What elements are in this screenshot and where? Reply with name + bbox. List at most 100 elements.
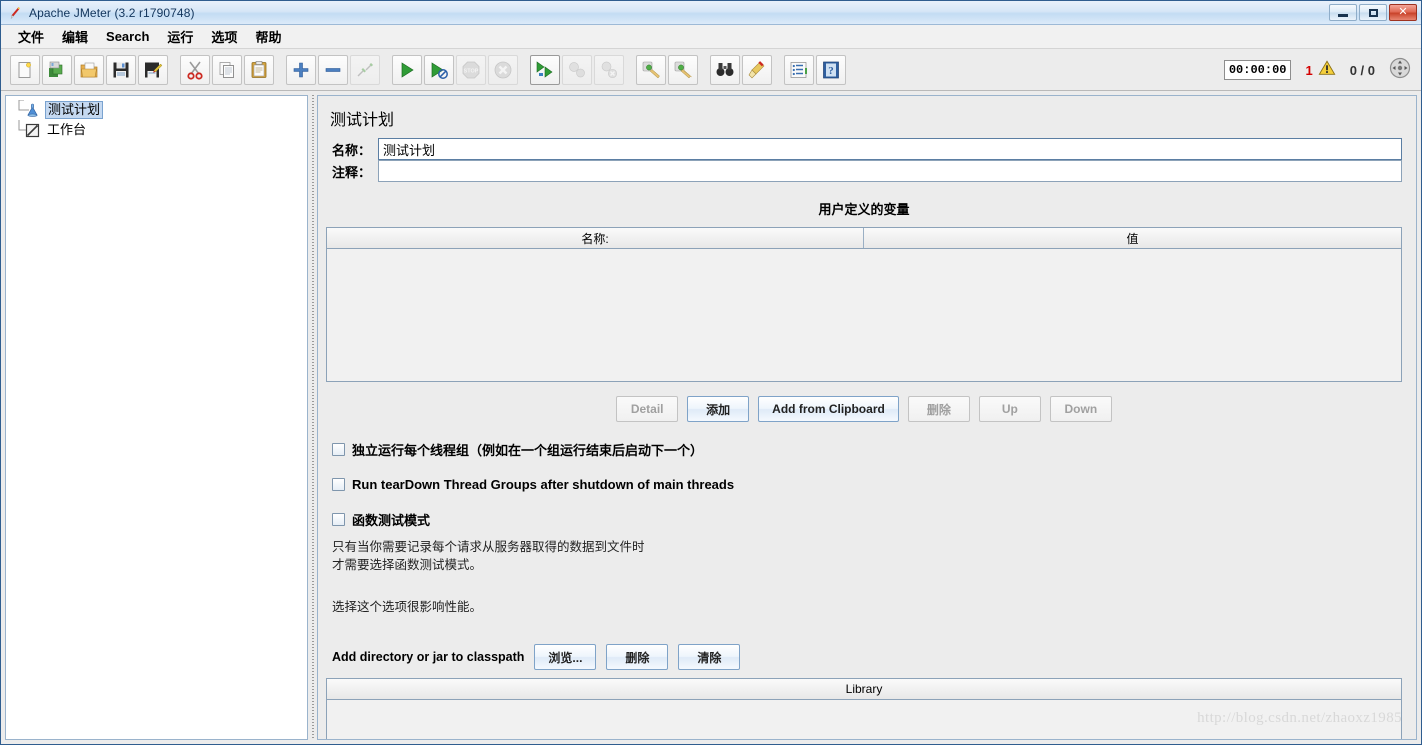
split-divider[interactable]: [308, 95, 317, 740]
functional-mode-help-line1: 只有当你需要记录每个请求从服务器取得的数据到文件时: [332, 540, 645, 554]
svg-text:STOP: STOP: [464, 68, 479, 74]
user-defined-variables-table[interactable]: 名称: 值: [326, 227, 1402, 382]
checkbox-label: 独立运行每个线程组（例如在一个组运行结束后启动下一个）: [352, 443, 704, 458]
library-column-header: Library: [327, 679, 1401, 700]
name-input[interactable]: 测试计划: [378, 138, 1402, 160]
classpath-delete-button[interactable]: 删除: [606, 644, 669, 670]
checkbox-box[interactable]: [332, 478, 345, 491]
page-title: 测试计划: [330, 112, 395, 129]
variables-column-value: 值: [864, 228, 1401, 248]
name-field-row: 名称： 测试计划: [326, 138, 1402, 160]
jmeter-feather-icon: [7, 5, 23, 21]
checkbox-run-teardown[interactable]: Run tearDown Thread Groups after shutdow…: [332, 477, 1402, 492]
menu-run[interactable]: 运行: [158, 25, 202, 48]
tree-node-workbench[interactable]: 工作台: [6, 120, 307, 140]
tree-node-label: 测试计划: [45, 101, 104, 119]
menu-search[interactable]: Search: [97, 27, 158, 46]
help-button[interactable]: ?: [816, 54, 846, 85]
comment-field-row: 注释：: [326, 160, 1402, 182]
toggle-button[interactable]: [350, 54, 380, 85]
start-button[interactable]: [392, 54, 422, 85]
add-from-clipboard-button[interactable]: Add from Clipboard: [758, 396, 899, 422]
test-plan-tree[interactable]: 测试计划 工作台: [5, 95, 308, 740]
test-plan-funnel-icon: [24, 102, 41, 119]
warning-indicator[interactable]: 1: [1305, 59, 1336, 82]
workbench-clipboard-icon: [24, 122, 41, 139]
expand-all-button[interactable]: [286, 54, 316, 85]
menu-help[interactable]: 帮助: [246, 25, 290, 48]
checkbox-box[interactable]: [332, 513, 345, 526]
cut-button[interactable]: [180, 54, 210, 85]
test-plan-editor: 测试计划 名称： 测试计划 注释： 用户定义的变量 名称: 值 Detail 添…: [317, 95, 1417, 740]
menu-options[interactable]: 选项: [202, 25, 246, 48]
classpath-label: Add directory or jar to classpath: [332, 650, 525, 664]
save-as-button[interactable]: [138, 54, 168, 85]
toolbar-status: 00:00:00 1 0 / 0: [1223, 49, 1411, 91]
search-reset-button[interactable]: [742, 54, 772, 85]
menu-bar: 文件 编辑 Search 运行 选项 帮助: [1, 25, 1421, 49]
checkbox-label: 函数测试模式: [352, 513, 431, 528]
classpath-row: Add directory or jar to classpath 浏览... …: [332, 644, 1402, 670]
jmeter-window: Apache JMeter (3.2 r1790748) ✕ 文件 编辑 Sea…: [0, 0, 1422, 745]
maximize-button[interactable]: [1359, 4, 1387, 21]
up-button[interactable]: Up: [978, 396, 1041, 422]
shutdown-button[interactable]: [488, 54, 518, 85]
variables-button-row: Detail 添加 Add from Clipboard 删除 Up Down: [326, 396, 1402, 422]
title-bar: Apache JMeter (3.2 r1790748) ✕: [1, 1, 1421, 25]
function-helper-button[interactable]: [784, 54, 814, 85]
add-button[interactable]: 添加: [687, 396, 750, 422]
functional-mode-help-line3: 选择这个选项很影响性能。: [332, 600, 483, 614]
classpath-clear-button[interactable]: 清除: [678, 644, 741, 670]
minimize-button[interactable]: [1329, 4, 1357, 21]
start-no-pauses-button[interactable]: [424, 54, 454, 85]
user-defined-variables-title: 用户定义的变量: [818, 202, 910, 217]
window-controls: ✕: [1329, 4, 1417, 21]
name-label: 名称：: [331, 142, 371, 158]
svg-text:?: ?: [828, 65, 834, 77]
paste-button[interactable]: [244, 54, 274, 85]
search-button[interactable]: [710, 54, 740, 85]
delete-button[interactable]: 删除: [907, 396, 970, 422]
menu-file[interactable]: 文件: [9, 25, 53, 48]
variables-table-body[interactable]: [327, 249, 1401, 381]
warning-count: 1: [1305, 62, 1313, 78]
remote-stop-all-button[interactable]: [562, 54, 592, 85]
copy-button[interactable]: [212, 54, 242, 85]
browse-button[interactable]: 浏览...: [534, 644, 597, 670]
save-button[interactable]: [106, 54, 136, 85]
functional-mode-help-line2: 才需要选择函数测试模式。: [332, 558, 483, 572]
close-icon: ✕: [1398, 6, 1408, 18]
expand-arrows-icon[interactable]: [1389, 57, 1411, 84]
remote-shutdown-all-button[interactable]: [594, 54, 624, 85]
tree-node-test-plan[interactable]: 测试计划: [6, 100, 307, 120]
toolbar: STOP ? 00:00:00 1 0 / 0: [1, 49, 1421, 91]
main-split: 测试计划 工作台 测试计划 名称： 测试计划 注释： 用户定义的变量 名称: 值…: [1, 91, 1421, 744]
active-threads-count: 0 / 0: [1349, 62, 1375, 78]
library-table[interactable]: Library: [326, 678, 1402, 739]
checkbox-serialize-thread-groups[interactable]: 独立运行每个线程组（例如在一个组运行结束后启动下一个）: [332, 440, 1402, 459]
comment-label: 注释：: [331, 164, 371, 180]
comment-input[interactable]: [378, 160, 1402, 182]
checkbox-label: Run tearDown Thread Groups after shutdow…: [352, 477, 735, 492]
elapsed-timer: 00:00:00: [1223, 60, 1292, 80]
tree-node-label: 工作台: [47, 122, 87, 137]
library-table-body[interactable]: [327, 700, 1401, 739]
checkbox-box[interactable]: [332, 443, 345, 456]
warning-triangle-icon: [1318, 59, 1336, 82]
clear-all-button[interactable]: [668, 54, 698, 85]
variables-table-header: 名称: 值: [327, 228, 1401, 249]
remote-start-all-button[interactable]: [530, 54, 560, 85]
checkbox-functional-test-mode[interactable]: 函数测试模式: [332, 510, 1402, 529]
detail-button[interactable]: Detail: [616, 396, 679, 422]
new-test-plan-button[interactable]: [10, 54, 40, 85]
close-button[interactable]: ✕: [1389, 4, 1417, 21]
menu-edit[interactable]: 编辑: [53, 25, 97, 48]
open-button[interactable]: [74, 54, 104, 85]
stop-button[interactable]: STOP: [456, 54, 486, 85]
collapse-all-button[interactable]: [318, 54, 348, 85]
variables-column-name: 名称:: [327, 228, 864, 248]
window-title: Apache JMeter (3.2 r1790748): [29, 5, 195, 20]
down-button[interactable]: Down: [1049, 396, 1112, 422]
templates-button[interactable]: [42, 54, 72, 85]
clear-button[interactable]: [636, 54, 666, 85]
